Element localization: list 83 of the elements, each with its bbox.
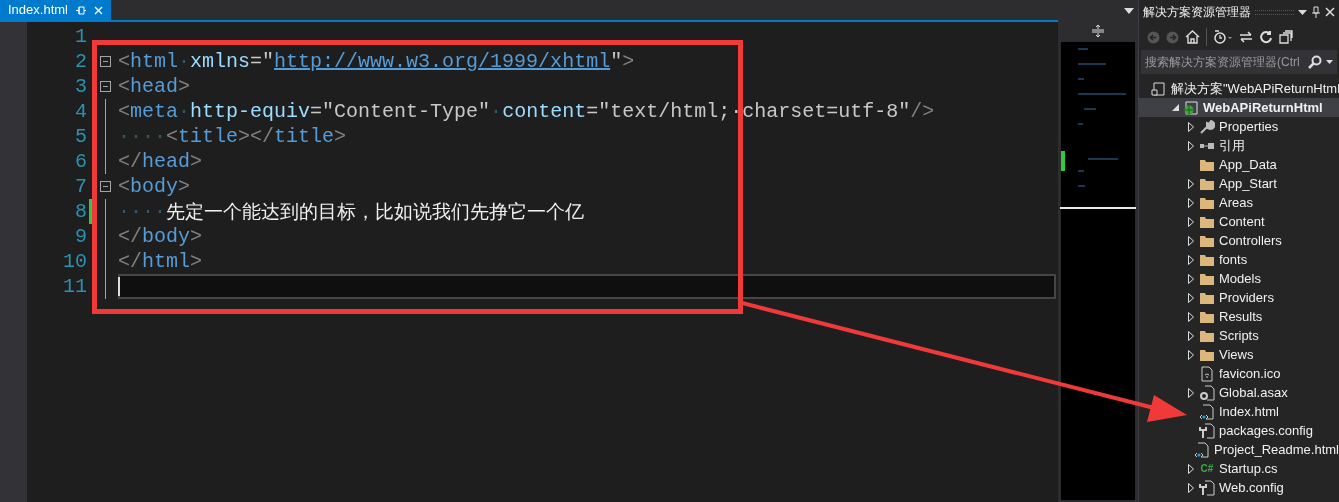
code-line: ····先定一个能达到的目标，比如说我们先挣它一个亿	[118, 199, 584, 224]
code-line: </html>	[118, 249, 203, 274]
tree-item[interactable]: Web.config	[1139, 478, 1339, 497]
tree-item[interactable]: Controllers	[1139, 231, 1339, 250]
tree-item[interactable]: favicon.ico	[1139, 364, 1339, 383]
expand-arrow-icon[interactable]	[1188, 292, 1194, 303]
line-number: 9	[74, 226, 87, 247]
expand-arrow-icon[interactable]	[1188, 349, 1194, 360]
tree-item[interactable]: Providers	[1139, 288, 1339, 307]
expand-arrow-icon[interactable]	[1188, 273, 1194, 284]
refresh-icon[interactable]	[1259, 30, 1273, 44]
tree-item[interactable]: Global.asax	[1139, 383, 1339, 402]
tree-item[interactable]: 解决方案"WebAPiReturnHtml	[1139, 79, 1339, 98]
html-file-icon	[1199, 403, 1215, 420]
dropdown-icon[interactable]	[1124, 8, 1134, 14]
line-number: 7	[74, 176, 87, 197]
line-number: 5	[74, 126, 87, 147]
wrench-icon	[1199, 118, 1215, 135]
collapse-icon[interactable]	[100, 181, 111, 192]
expand-arrow-icon[interactable]	[1188, 197, 1194, 208]
code-line: <html·xmlns="http://www.w3.org/1999/xhtml">	[118, 49, 635, 74]
csharp-file-icon: C#	[1200, 463, 1214, 474]
expand-arrow-icon[interactable]	[1188, 140, 1194, 151]
close-icon[interactable]	[1325, 7, 1335, 17]
expand-arrow-icon[interactable]	[1188, 254, 1194, 265]
code-line: <body>	[118, 174, 191, 199]
expand-arrow-icon[interactable]	[1188, 482, 1194, 493]
collapse-icon[interactable]	[100, 81, 111, 92]
line-number: 3	[74, 76, 87, 97]
line-number: 6	[74, 151, 87, 172]
tree-item[interactable]: Views	[1139, 345, 1339, 364]
tree-item[interactable]: 引用	[1139, 136, 1339, 155]
solution-icon	[1151, 80, 1167, 97]
tree-item[interactable]: Properties	[1139, 117, 1339, 136]
collapse-icon[interactable]	[100, 56, 111, 67]
code-line: ····<title></title>	[118, 124, 347, 149]
tree-item[interactable]: Content	[1139, 212, 1339, 231]
pin-icon[interactable]	[1311, 6, 1321, 18]
gear-file-icon	[1199, 384, 1215, 401]
code-line: <head>	[118, 74, 191, 99]
code-line: </body>	[118, 224, 203, 249]
home-icon[interactable]	[1185, 30, 1200, 44]
expand-arrow-icon[interactable]	[1188, 330, 1194, 341]
split-icon[interactable]	[1092, 25, 1104, 37]
dropdown-icon[interactable]	[1326, 60, 1333, 64]
tree-item[interactable]: Project_Readme.html	[1139, 440, 1339, 459]
panel-title: 解决方案资源管理器	[1143, 4, 1251, 21]
wrench-file-icon	[1199, 422, 1215, 439]
clock-icon[interactable]	[1213, 30, 1233, 44]
search-icon[interactable]	[1308, 55, 1322, 69]
line-number: 10	[62, 251, 87, 272]
tree-item[interactable]: App_Data	[1139, 155, 1339, 174]
line-number: 11	[62, 276, 87, 297]
tree-item[interactable]: Index.html	[1139, 402, 1339, 421]
expand-arrow-icon[interactable]	[1188, 178, 1194, 189]
tree-item[interactable]: packages.config	[1139, 421, 1339, 440]
tree-item[interactable]: Models	[1139, 269, 1339, 288]
tree-item[interactable]: Areas	[1139, 193, 1339, 212]
expand-arrow-icon[interactable]	[1188, 463, 1194, 474]
wrench-file-icon	[1199, 479, 1215, 496]
sync-icon[interactable]	[1239, 31, 1253, 43]
file-icon	[1199, 365, 1215, 382]
expand-arrow-icon[interactable]	[1188, 121, 1194, 132]
tree-item[interactable]: WebAPiReturnHtml	[1139, 98, 1339, 117]
line-number: 2	[74, 51, 87, 72]
expand-arrow-icon[interactable]	[1188, 311, 1194, 322]
line-number: 4	[74, 101, 87, 122]
expand-arrow-icon[interactable]	[1188, 216, 1194, 227]
tree-item[interactable]: C# Startup.cs	[1139, 459, 1339, 478]
collapse-arrow-icon[interactable]	[1171, 104, 1179, 111]
tree-item[interactable]: App_Start	[1139, 174, 1339, 193]
tree-item[interactable]: Scripts	[1139, 326, 1339, 345]
expand-arrow-icon[interactable]	[1188, 387, 1194, 398]
search-field[interactable]: 搜索解决方案资源管理器(Ctrl	[1141, 50, 1337, 74]
expand-arrow-icon[interactable]	[1188, 235, 1194, 246]
globe-project-icon	[1183, 99, 1199, 116]
line-number: 8	[74, 201, 87, 222]
tree-item[interactable]: fonts	[1139, 250, 1339, 269]
html-file-icon	[1194, 441, 1210, 458]
line-number: 1	[74, 26, 87, 47]
tree-item[interactable]: Results	[1139, 307, 1339, 326]
code-line: </head>	[118, 149, 203, 174]
dropdown-icon[interactable]	[1298, 9, 1307, 15]
